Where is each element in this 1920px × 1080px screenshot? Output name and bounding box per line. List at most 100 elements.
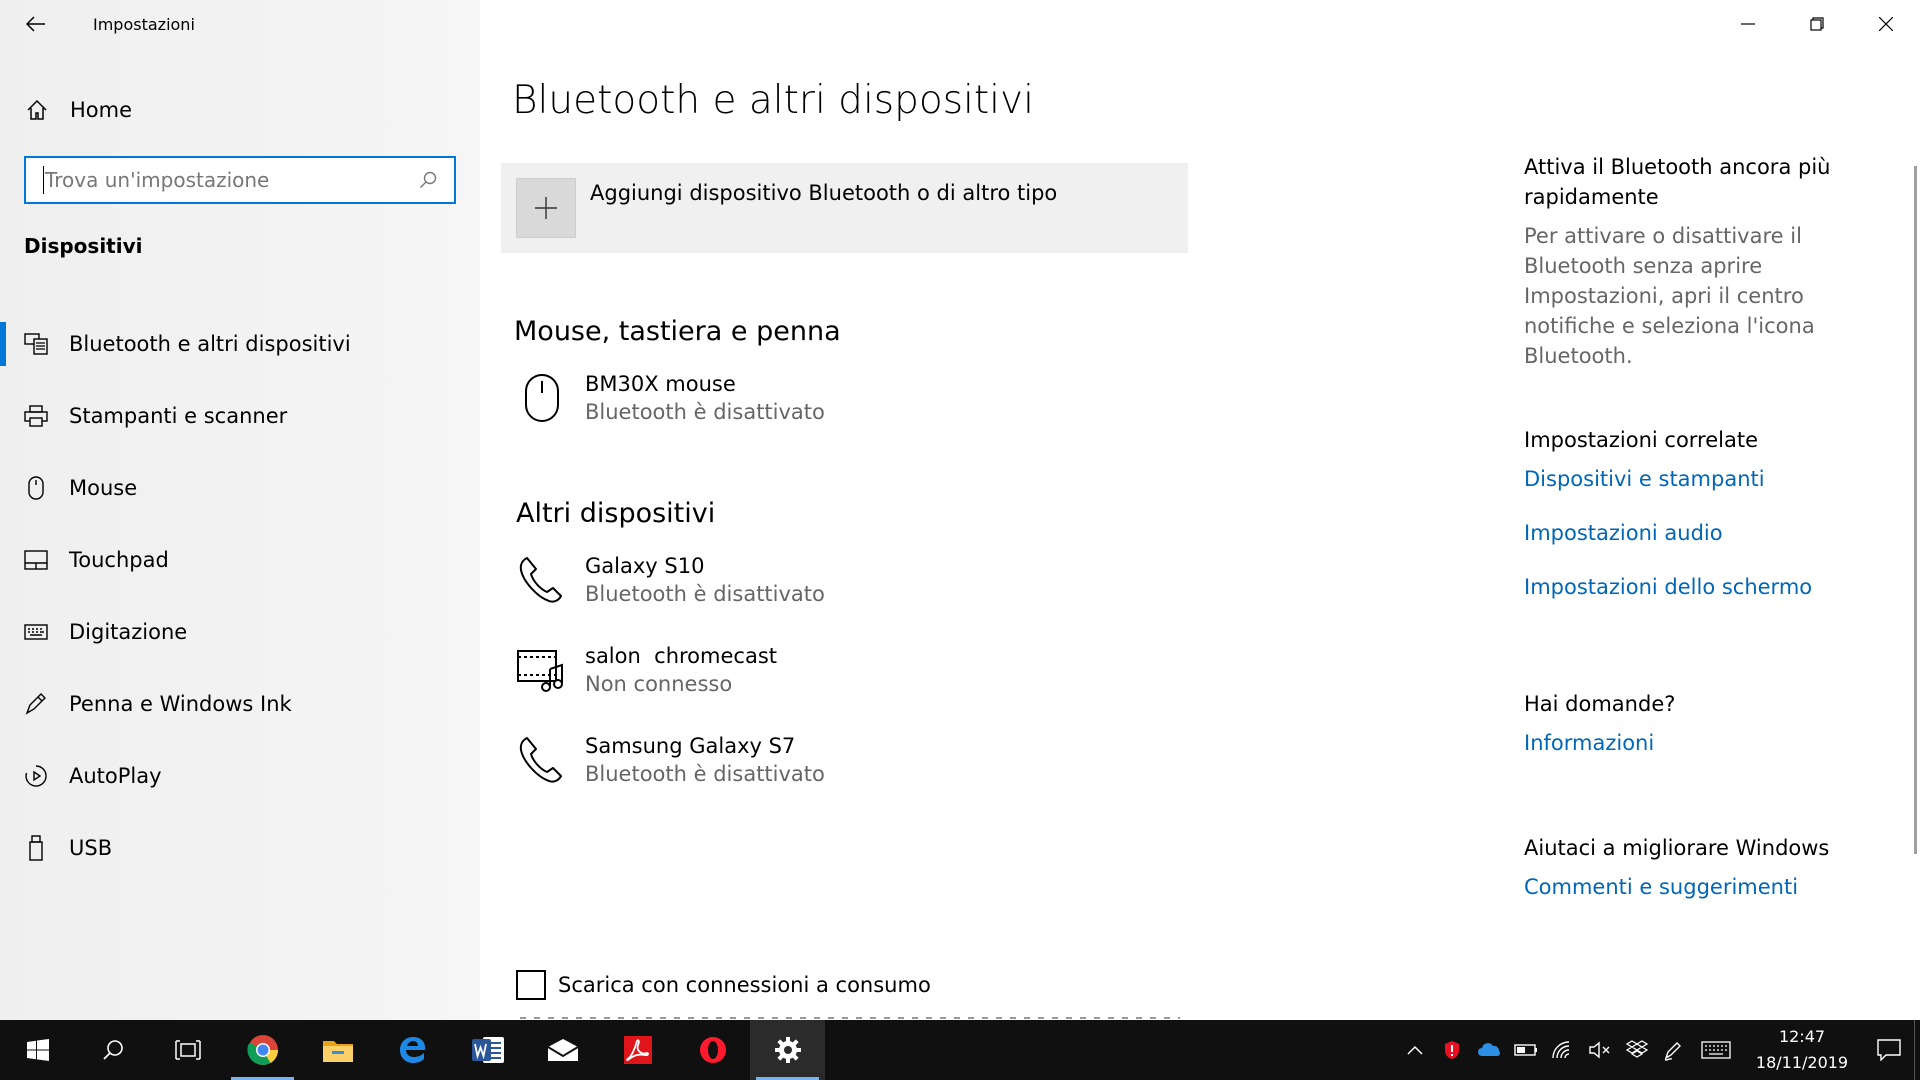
- home-icon: [24, 99, 50, 121]
- notification-icon: [1877, 1039, 1901, 1061]
- acrobat-taskbar-button[interactable]: [600, 1020, 675, 1080]
- search-box[interactable]: [24, 156, 456, 204]
- questions-title: Hai domande?: [1524, 692, 1676, 716]
- pen-workspace-icon: [1664, 1042, 1681, 1061]
- dropbox-tray-button[interactable]: [1618, 1020, 1655, 1080]
- task-view-icon: [174, 1040, 201, 1060]
- task-view-button[interactable]: [150, 1020, 225, 1080]
- search-input[interactable]: [44, 168, 408, 192]
- device-item[interactable]: salon chromecast Non connesso: [514, 640, 1114, 704]
- link-get-help[interactable]: Informazioni: [1524, 731, 1884, 755]
- pen-icon: [23, 692, 49, 716]
- pen-tray-button[interactable]: [1655, 1020, 1692, 1080]
- keyboard-icon: [1701, 1041, 1731, 1059]
- group-title-input-devices: Mouse, tastiera e penna: [514, 316, 841, 347]
- mouse-icon: [23, 476, 49, 500]
- settings-icon: [774, 1037, 801, 1063]
- word-taskbar-button[interactable]: [450, 1020, 525, 1080]
- sidebar-item-typing[interactable]: Digitazione: [0, 596, 480, 668]
- phone-icon: [514, 730, 570, 790]
- close-button[interactable]: [1851, 0, 1920, 48]
- chrome-taskbar-button[interactable]: [225, 1020, 300, 1080]
- metered-checkbox[interactable]: [516, 970, 546, 1000]
- phone-icon: [514, 550, 570, 610]
- wifi-tray-button[interactable]: [1544, 1020, 1581, 1080]
- title-bar: Impostazioni: [0, 0, 480, 48]
- link-audio-settings[interactable]: Impostazioni audio: [1524, 521, 1884, 545]
- improve-section: Aiutaci a migliorare Windows Commenti e …: [1524, 833, 1884, 899]
- device-name: salon chromecast: [585, 644, 777, 668]
- sidebar-item-label: Digitazione: [69, 620, 188, 644]
- add-device-label: Aggiungi dispositivo Bluetooth o di altr…: [590, 181, 1058, 205]
- dropbox-icon: [1625, 1040, 1648, 1058]
- device-item[interactable]: Samsung Galaxy S7 Bluetooth è disattivat…: [514, 730, 1114, 794]
- sidebar-item-mouse[interactable]: Mouse: [0, 452, 480, 524]
- clock[interactable]: 12:47 18/11/2019: [1752, 1024, 1852, 1076]
- sidebar-item-label: Touchpad: [69, 548, 169, 572]
- home-label: Home: [70, 98, 133, 122]
- add-device-button[interactable]: Aggiungi dispositivo Bluetooth o di altr…: [501, 163, 1188, 253]
- edge-taskbar-button[interactable]: [375, 1020, 450, 1080]
- acrobat-icon: [623, 1036, 652, 1064]
- sidebar-item-usb[interactable]: USB: [0, 812, 480, 884]
- media-device-icon: [514, 640, 570, 700]
- wifi-icon: [1551, 1041, 1569, 1059]
- minimize-icon: [1740, 23, 1755, 25]
- sidebar-item-label: Bluetooth e altri dispositivi: [69, 332, 351, 356]
- opera-taskbar-button[interactable]: [675, 1020, 750, 1080]
- taskbar-search-button[interactable]: [75, 1020, 150, 1080]
- sidebar-item-touchpad[interactable]: Touchpad: [0, 524, 480, 596]
- sidebar-item-bluetooth[interactable]: Bluetooth e altri dispositivi: [0, 308, 480, 380]
- device-name: Samsung Galaxy S7: [585, 734, 796, 758]
- show-hidden-icons-button[interactable]: [1396, 1020, 1433, 1080]
- bluetooth-devices-icon: [23, 333, 49, 355]
- edge-icon: [399, 1037, 425, 1063]
- metered-download-option[interactable]: Scarica con connessioni a consumo: [516, 970, 931, 1000]
- battery-icon: [1513, 1044, 1537, 1056]
- search-icon[interactable]: [408, 171, 448, 189]
- volume-tray-button[interactable]: [1581, 1020, 1618, 1080]
- device-item[interactable]: Galaxy S10 Bluetooth è disattivato: [514, 550, 1114, 614]
- back-arrow-icon: [26, 16, 45, 32]
- improve-title: Aiutaci a migliorare Windows: [1524, 836, 1830, 860]
- sidebar: Impostazioni Home Dispositivi Bluetooth …: [0, 0, 480, 1020]
- mail-taskbar-button[interactable]: [525, 1020, 600, 1080]
- link-display-settings[interactable]: Impostazioni dello schermo: [1524, 575, 1884, 599]
- plus-icon: [516, 178, 576, 238]
- section-header: Dispositivi: [24, 234, 143, 258]
- link-feedback[interactable]: Commenti e suggerimenti: [1524, 875, 1884, 899]
- touchpad-icon: [23, 550, 49, 570]
- system-tray: 12:47 18/11/2019: [1396, 1020, 1920, 1080]
- link-devices-printers[interactable]: Dispositivi e stampanti: [1524, 467, 1884, 491]
- onedrive-tray-button[interactable]: [1470, 1020, 1507, 1080]
- back-button[interactable]: [12, 0, 60, 48]
- start-icon: [26, 1039, 49, 1061]
- tip-section: Attiva il Bluetooth ancora più rapidamen…: [1524, 152, 1884, 371]
- sidebar-item-pen[interactable]: Penna e Windows Ink: [0, 668, 480, 740]
- touch-keyboard-tray-button[interactable]: [1692, 1020, 1740, 1080]
- settings-taskbar-button[interactable]: [750, 1020, 825, 1080]
- group-title-other-devices: Altri dispositivi: [516, 498, 716, 529]
- file-explorer-icon: [322, 1041, 353, 1062]
- file-explorer-taskbar-button[interactable]: [300, 1020, 375, 1080]
- sidebar-nav: Bluetooth e altri dispositivi Stampanti …: [0, 308, 480, 884]
- device-name: Galaxy S10: [585, 554, 705, 578]
- clock-date: 18/11/2019: [1755, 1053, 1849, 1072]
- keyboard-icon: [23, 624, 49, 640]
- restore-button[interactable]: [1782, 0, 1851, 48]
- minimize-button[interactable]: [1713, 0, 1782, 48]
- device-item[interactable]: BM30X mouse Bluetooth è disattivato: [514, 368, 1114, 432]
- home-nav-item[interactable]: Home: [0, 86, 480, 134]
- scrollbar[interactable]: [1914, 166, 1917, 854]
- sidebar-item-autoplay[interactable]: AutoPlay: [0, 740, 480, 812]
- sidebar-item-label: AutoPlay: [69, 764, 162, 788]
- action-center-button[interactable]: [1864, 1020, 1914, 1080]
- device-name: BM30X mouse: [585, 372, 736, 396]
- sidebar-item-printers[interactable]: Stampanti e scanner: [0, 380, 480, 452]
- security-tray-button[interactable]: [1433, 1020, 1470, 1080]
- show-desktop-button[interactable]: [1914, 1020, 1920, 1080]
- app-title: Impostazioni: [93, 14, 195, 34]
- battery-tray-button[interactable]: [1507, 1020, 1544, 1080]
- printer-icon: [23, 405, 49, 427]
- start-button[interactable]: [0, 1020, 75, 1080]
